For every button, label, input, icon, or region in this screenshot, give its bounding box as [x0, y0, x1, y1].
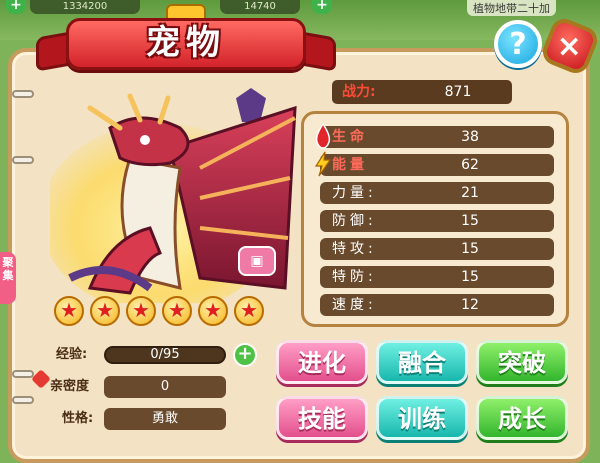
side-tab-gather[interactable]: 聚集 — [0, 252, 16, 304]
stat-row-defense: 防御: 15 — [320, 210, 554, 232]
intimacy-value: 0 — [104, 376, 226, 398]
stat-value: 21 — [461, 185, 479, 201]
rating-star-icon: ★ — [234, 296, 264, 326]
rating-star-icon: ★ — [126, 296, 156, 326]
stat-row-special-attack: 特攻: 15 — [320, 238, 554, 260]
stat-label: 特防: — [332, 269, 377, 285]
stat-value: 15 — [461, 269, 479, 285]
power-label: 战力: — [342, 84, 376, 100]
stat-label: 特攻: — [332, 241, 377, 257]
personality-value: 勇敢 — [104, 408, 226, 430]
lock-button[interactable]: ▣ — [238, 246, 276, 276]
stat-value: 12 — [461, 297, 479, 313]
power-value: 871 — [444, 84, 472, 100]
blood-drop-icon — [315, 123, 331, 149]
title-banner: 宠物 — [36, 4, 336, 76]
close-icon: × — [557, 28, 583, 64]
stats-panel: 生命 38 能量 62 力量: 21 防御: 15 特攻: 15 特防: 15 … — [301, 111, 569, 327]
lock-icon: ▣ — [250, 253, 264, 269]
lightning-icon — [314, 151, 332, 177]
power-row: 战力: 871 — [332, 80, 512, 104]
topbar-area-label: 植物地带二十加 — [467, 0, 556, 16]
stat-label: 速度: — [332, 297, 377, 313]
page-title: 宠物 — [146, 23, 226, 63]
grow-button[interactable]: 成长 — [476, 396, 568, 440]
help-button[interactable]: ? — [494, 20, 542, 68]
add-coins-button[interactable]: + — [6, 0, 26, 14]
stat-value: 38 — [461, 129, 479, 145]
stat-label: 能量 — [332, 157, 368, 173]
rating-star-icon: ★ — [54, 296, 84, 326]
stat-value: 15 — [461, 241, 479, 257]
stat-row-speed: 速度: 12 — [320, 294, 554, 316]
intimacy-label: 亲密度 — [50, 379, 90, 394]
binder-ring — [12, 156, 34, 164]
rating-star-icon: ★ — [162, 296, 192, 326]
binder-ring — [12, 396, 34, 404]
breakthrough-button[interactable]: 突破 — [476, 340, 568, 384]
stat-row-energy: 能量 62 — [314, 151, 554, 177]
stat-label: 生命 — [332, 129, 368, 145]
stat-label: 防御: — [332, 213, 377, 229]
rating-star-icon: ★ — [198, 296, 228, 326]
stat-row-hp: 生命 38 — [315, 123, 554, 149]
stat-row-strength: 力量: 21 — [320, 182, 554, 204]
stat-row-special-defense: 特防: 15 — [320, 266, 554, 288]
fuse-button[interactable]: 融合 — [376, 340, 468, 384]
stat-label: 力量: — [332, 185, 377, 201]
train-button[interactable]: 训练 — [376, 396, 468, 440]
exp-label: 经验: — [56, 347, 88, 362]
evolve-button[interactable]: 进化 — [276, 340, 368, 384]
skill-button[interactable]: 技能 — [276, 396, 368, 440]
add-exp-button[interactable]: + — [233, 343, 257, 367]
stat-value: 15 — [461, 213, 479, 229]
binder-ring — [12, 370, 34, 378]
personality-label: 性格: — [62, 411, 94, 426]
exp-value: 0/95 — [150, 347, 180, 362]
stat-value: 62 — [461, 157, 479, 173]
rating-star-icon: ★ — [90, 296, 120, 326]
binder-ring — [12, 90, 34, 98]
